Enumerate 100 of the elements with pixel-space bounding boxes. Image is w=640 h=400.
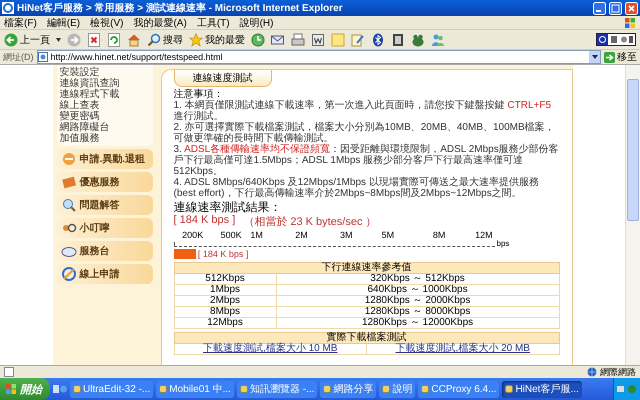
quick-launch-icon[interactable] xyxy=(53,383,67,395)
menu-item[interactable]: 工具(T) xyxy=(196,16,230,30)
sidebar-button-icon xyxy=(60,266,76,282)
sidebar-button[interactable]: 問題解答 xyxy=(56,195,152,215)
close-icon[interactable] xyxy=(625,2,638,14)
search-button[interactable]: 搜尋 xyxy=(147,32,183,46)
note-paragraph: 4. ADSL 8Mbps/640Kbps 及12Mbps/1Mbps 以現場實際可傳送之最大速率提供服務(best effort)，下行最高傳輸速率介於2Mbps~8Mbps間及2Mbps~12Mbps之間。 xyxy=(174,177,540,199)
sidebar-link[interactable]: 網路障礙台 xyxy=(60,122,150,133)
sidebar-button-icon xyxy=(60,197,76,213)
sidebar-link[interactable]: 變更密碼 xyxy=(60,111,150,122)
app-icon xyxy=(323,385,332,393)
scale-label: 12M xyxy=(475,230,493,240)
bluetooth-icon[interactable] xyxy=(371,32,385,46)
page-icon xyxy=(4,367,14,377)
sidebar-button[interactable]: 申請.異動.退租 xyxy=(56,149,152,169)
sidebar-link[interactable]: 加值服務 xyxy=(60,133,150,144)
dropdown-caret-icon xyxy=(56,38,61,42)
table-cell: 1280Kbps ～ 2000Kbps xyxy=(276,296,559,306)
tray-icon[interactable] xyxy=(617,384,637,394)
scale-label: 3M xyxy=(340,230,353,240)
sidebar-button-icon xyxy=(60,151,76,167)
taskbar-button[interactable]: UltraEdit-32 -... xyxy=(70,380,154,398)
word-document-icon[interactable] xyxy=(311,32,325,46)
stop-icon[interactable] xyxy=(87,32,101,46)
table-cell: 1280Kbps ～ 8000Kbps xyxy=(276,306,559,318)
app-icon xyxy=(505,385,514,393)
menu-item[interactable]: 編輯(E) xyxy=(46,16,80,30)
refresh-icon[interactable] xyxy=(107,32,121,46)
result-heading: 連線速率測試結果： xyxy=(174,201,282,214)
scrollbar[interactable] xyxy=(625,65,640,365)
scale-label: 2M xyxy=(295,230,308,240)
app-icon xyxy=(382,385,390,393)
taskbar-button[interactable]: 網路分享 xyxy=(320,380,376,398)
address-field[interactable]: http://www.hinet.net/support/testspeed.html xyxy=(36,50,601,64)
menu-item[interactable]: 檔案(F) xyxy=(4,16,37,30)
page-icon xyxy=(38,52,48,62)
note-paragraph: 1. 本網頁僅限測試連線下載速率，第一次進入此頁面時，請您按下鍵盤按鍵 CTRL+F5 進行測試。 xyxy=(174,100,552,122)
table-cell: 12Mbps xyxy=(174,318,276,328)
sidebar-button[interactable]: 小叮嚀 xyxy=(56,218,152,238)
app-icon xyxy=(421,385,430,393)
taskbar-button[interactable]: Mobile01 中... xyxy=(156,380,234,398)
sidebar-link[interactable]: 連線程式下載 xyxy=(60,89,150,100)
globe-icon xyxy=(587,367,597,377)
home-icon[interactable] xyxy=(127,32,141,46)
back-arrow-icon xyxy=(4,32,18,46)
back-button[interactable]: 上一頁 xyxy=(4,32,50,46)
address-label: 網址(D) xyxy=(3,50,34,64)
taskbar-button[interactable]: HiNet客戶服... xyxy=(502,380,582,398)
go-button[interactable]: 移至 xyxy=(604,50,637,64)
menu-item[interactable]: 檢視(V) xyxy=(90,16,124,30)
table-cell: 2Mbps xyxy=(174,296,276,306)
edit-icon[interactable] xyxy=(351,32,365,46)
sidebar-button[interactable]: 優惠服務 xyxy=(56,172,152,192)
note-paragraph: 2. 亦可選擇實際下載檔案測試，檔案大小分別為10MB、20MB、40MB、100MB檔案，可做更準確的長時間下載傳輸測試。 xyxy=(174,122,555,144)
notes-heading: 注意事項： xyxy=(174,89,224,100)
bytes-reading: （相當於 23 K bytes/sec ） xyxy=(243,215,377,229)
sidebar-button[interactable]: 服務台 xyxy=(56,241,152,261)
table-cell: 512Kbps xyxy=(174,274,276,284)
sidebar-button-icon xyxy=(60,174,76,190)
favorites-button[interactable]: 我的最愛 xyxy=(189,32,245,46)
menu-item[interactable]: 我的最愛(A) xyxy=(133,16,187,30)
table-cell: 8Mbps xyxy=(174,306,276,318)
maximize-icon[interactable] xyxy=(609,2,622,14)
search-icon xyxy=(147,32,161,46)
sidebar-button[interactable]: 線上申請 xyxy=(56,264,152,284)
speed-reading: [ 184 K bps ] xyxy=(174,214,236,228)
sidebar-link[interactable]: 連線資訊查詢 xyxy=(60,78,150,89)
table-header: 實際下載檔案測試 xyxy=(174,332,559,344)
note-paragraph: 3. ADSL各種傳輸速率均不保證頻寬：因受距離與環境限制，ADSL 2Mbps服務少部份客戶下行最高僅可達1.5Mbps；ADSL 1Mbps 服務少部分客戶下行最高速率僅可達512Kbps。 xyxy=(174,144,560,177)
table-cell: 1Mbps xyxy=(174,284,276,296)
sidebar-link[interactable]: 線上查表 xyxy=(60,100,150,111)
star-icon xyxy=(189,32,203,46)
scale-label: 8M xyxy=(432,230,446,240)
windows-flag-icon xyxy=(5,383,17,395)
minimize-icon[interactable] xyxy=(593,2,606,14)
scale-label: 500K xyxy=(220,230,242,240)
table-cell: 1280Kbps ～ 12000Kbps xyxy=(276,318,559,328)
bar-label: [ 184 K bps ] xyxy=(198,249,248,259)
app-icon xyxy=(159,385,168,393)
menu-item[interactable]: 說明(H) xyxy=(240,16,274,30)
table-cell: 320Kbps ～ 512Kbps xyxy=(276,274,559,284)
window-title: HiNet客戶服務 > 常用服務 > 測試連線速率 - Microsoft Internet Explorer xyxy=(17,1,344,15)
taskbar-button[interactable]: 知訊瀏覽器 -... xyxy=(236,380,318,398)
frog-icon[interactable] xyxy=(411,32,425,46)
app-icon xyxy=(240,385,248,393)
history-icon[interactable] xyxy=(251,32,265,46)
taskbar-button[interactable]: 說明 xyxy=(379,380,416,398)
mail-icon[interactable] xyxy=(271,32,285,46)
windows-flag-icon xyxy=(624,16,636,28)
printer-icon[interactable] xyxy=(291,32,305,46)
table-header: 下行連線速率參考值 xyxy=(174,262,559,274)
app-icon xyxy=(73,385,81,393)
taskbar-button[interactable]: CCProxy 6.4... xyxy=(418,380,500,398)
unit-label: bps xyxy=(496,239,510,248)
sidebar-link[interactable]: 安裝設定 xyxy=(60,67,150,78)
scale-label: 200K xyxy=(182,230,204,240)
scale-label: 5M xyxy=(382,230,394,240)
zone-label: 網際網路 xyxy=(600,366,636,378)
tray-toolbar-icon[interactable] xyxy=(596,33,636,46)
dropdown-caret-icon[interactable] xyxy=(592,55,598,59)
